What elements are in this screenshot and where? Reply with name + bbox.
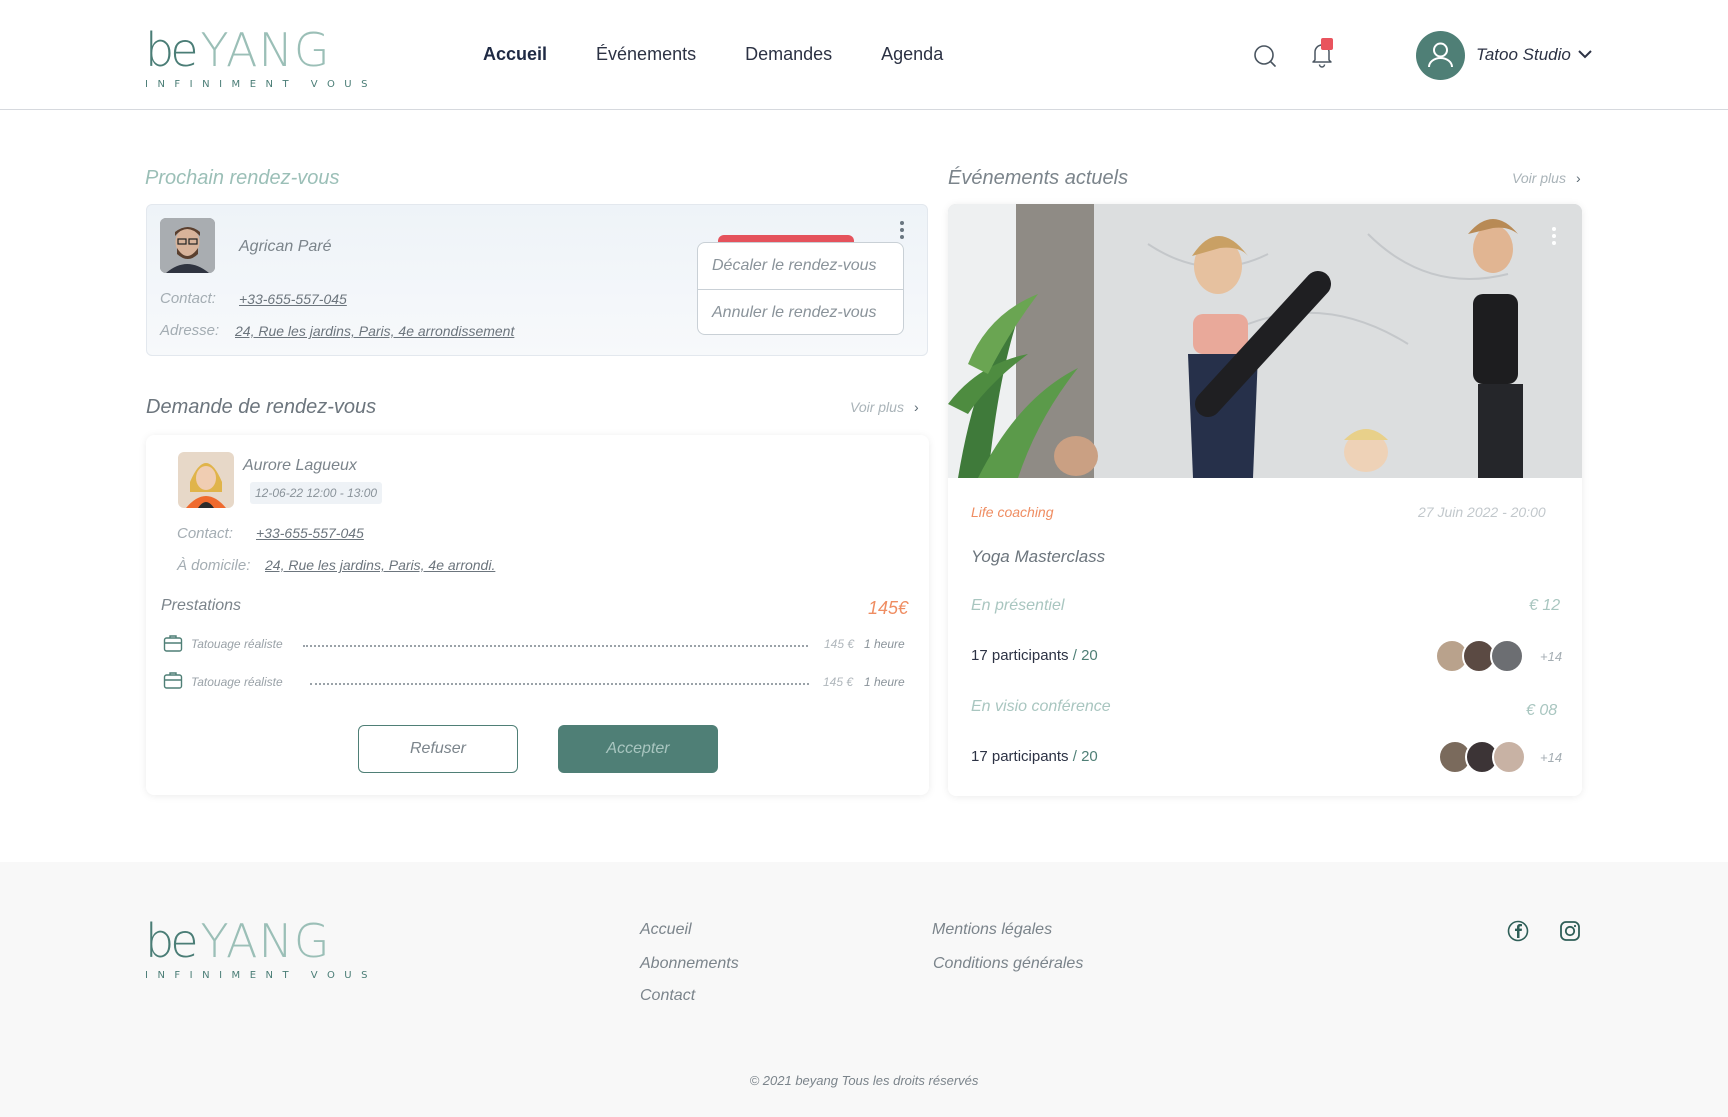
service-price: 145 €: [823, 675, 854, 689]
request-contact-phone[interactable]: +33-655-557-045: [256, 525, 364, 541]
top-header: be YANG INFINIMENT VOUS Accueil Événement…: [0, 0, 1728, 110]
request-date: 12-06-22 12:00 - 13:00: [250, 482, 383, 504]
participants-max: / 20: [1068, 647, 1098, 664]
beyang-logo[interactable]: be YANG INFINIMENT VOUS: [145, 27, 377, 90]
footer-logo[interactable]: be YANG INFINIMENT VOUS: [145, 918, 377, 981]
participants-more: +14: [1540, 649, 1563, 664]
event-category: Life coaching: [971, 504, 1054, 520]
footer-link-mentions[interactable]: Mentions légales: [932, 921, 1052, 939]
next-appointment-title: Prochain rendez-vous: [145, 167, 340, 189]
service-name: Tatouage réaliste: [191, 637, 283, 651]
nav-accueil[interactable]: Accueil: [483, 44, 547, 65]
contact-label: Contact:: [160, 290, 216, 307]
appointment-menu: Décaler le rendez-vous Annuler le rendez…: [697, 242, 904, 335]
logo-yang: YANG: [200, 23, 331, 77]
event-photo[interactable]: [948, 204, 1582, 478]
event-date: 27 Juin 2022 - 20:00: [1418, 504, 1546, 520]
facebook-icon[interactable]: [1507, 920, 1529, 942]
kebab-icon[interactable]: [898, 221, 906, 243]
participant-avatar: [1490, 639, 1524, 673]
client-name: Agrican Paré: [239, 238, 332, 255]
dotted-leader: [310, 683, 809, 685]
prestations-label: Prestations: [161, 597, 242, 614]
footer-link-abonnements[interactable]: Abonnements: [640, 955, 739, 973]
accept-button[interactable]: Accepter: [558, 725, 718, 773]
address-link[interactable]: 24, Rue les jardins, Paris, 4e arrondiss…: [235, 323, 514, 339]
participants-max: / 20: [1068, 748, 1098, 765]
client-photo: [160, 218, 215, 273]
service-duration: 1 heure: [864, 637, 905, 651]
logo-tagline: INFINIMENT VOUS: [145, 79, 377, 90]
menu-cancel[interactable]: Annuler le rendez-vous: [698, 289, 903, 335]
copyright: © 2021 beyang Tous les droits réservés: [749, 1073, 979, 1088]
nav-demandes[interactable]: Demandes: [745, 44, 832, 65]
event-mode: En présentiel: [971, 597, 1065, 614]
footer-link-accueil[interactable]: Accueil: [640, 921, 692, 939]
chevron-right-icon: ›: [1575, 170, 1581, 186]
events-title: Événements actuels: [948, 167, 1129, 189]
logo-tagline: INFINIMENT VOUS: [145, 970, 377, 981]
user-name[interactable]: Tatoo Studio: [1476, 45, 1571, 65]
event-price: € 12: [1529, 597, 1561, 614]
participant-avatar: [1492, 740, 1526, 774]
request-contact-label: Contact:: [177, 525, 233, 542]
search-icon[interactable]: [1253, 44, 1277, 68]
event-participants: 17 participants / 20: [971, 647, 1098, 664]
main-nav: Accueil Événements Demandes Agenda: [483, 44, 992, 65]
see-more-label: Voir plus: [1512, 170, 1566, 186]
participants-count: 17 participants: [971, 748, 1069, 765]
logo-be: be: [145, 914, 198, 968]
refuse-button[interactable]: Refuser: [358, 725, 518, 773]
request-title: Demande de rendez-vous: [146, 396, 377, 418]
service-name: Tatouage réaliste: [191, 675, 283, 689]
participants-count: 17 participants: [971, 647, 1069, 664]
event-mode: En visio conférence: [971, 698, 1111, 715]
user-icon: [1428, 42, 1453, 68]
event-title: Yoga Masterclass: [971, 547, 1106, 566]
dotted-leader: [303, 645, 808, 647]
menu-reschedule[interactable]: Décaler le rendez-vous: [698, 243, 903, 289]
participants-more: +14: [1540, 750, 1563, 765]
briefcase-icon: [163, 635, 183, 652]
kebab-icon[interactable]: [1550, 227, 1558, 249]
logo-yang: YANG: [200, 914, 331, 968]
footer-link-conditions[interactable]: Conditions générales: [933, 955, 1083, 973]
chevron-right-icon: ›: [913, 399, 919, 415]
nav-evenements[interactable]: Événements: [596, 44, 696, 65]
prestations-total: 145€: [868, 598, 909, 618]
chevron-down-icon[interactable]: [1577, 48, 1593, 60]
service-price: 145 €: [824, 637, 855, 651]
event-participants: 17 participants / 20: [971, 748, 1098, 765]
service-duration: 1 heure: [864, 675, 905, 689]
nav-agenda[interactable]: Agenda: [881, 44, 943, 65]
user-avatar[interactable]: [1416, 31, 1465, 80]
see-more-label: Voir plus: [850, 399, 904, 415]
home-label: À domicile:: [177, 557, 251, 574]
logo-be: be: [145, 23, 198, 77]
contact-phone[interactable]: +33-655-557-045: [239, 291, 347, 307]
requester-photo: [178, 452, 234, 508]
address-label: Adresse:: [160, 322, 220, 339]
request-see-more[interactable]: Voir plus ›: [850, 399, 919, 415]
instagram-icon[interactable]: [1559, 920, 1581, 942]
request-address-link[interactable]: 24, Rue les jardins, Paris, 4e arrondi.: [265, 557, 495, 573]
requester-name: Aurore Lagueux: [243, 457, 357, 474]
footer-link-contact[interactable]: Contact: [640, 987, 695, 1005]
notification-badge: [1321, 38, 1333, 50]
events-see-more[interactable]: Voir plus ›: [1512, 170, 1581, 186]
briefcase-icon: [163, 672, 183, 689]
event-price: € 08: [1526, 702, 1558, 719]
